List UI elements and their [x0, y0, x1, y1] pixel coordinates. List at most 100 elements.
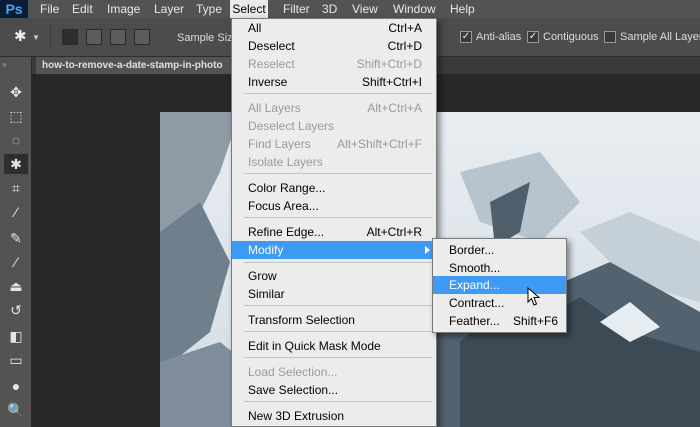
tool-preset-dropdown-icon[interactable]: ▼: [32, 33, 40, 42]
menu-3d[interactable]: 3D: [316, 0, 343, 18]
all-layers-shortcut: Alt+Ctrl+A: [367, 101, 422, 115]
modify-item[interactable]: Modify: [232, 241, 436, 259]
quick-mask-item[interactable]: Edit in Quick Mask Mode: [232, 337, 436, 355]
load-selection-label: Load Selection...: [248, 365, 338, 379]
deselect-layers-item[interactable]: Deselect Layers: [232, 117, 436, 135]
deselect-layers-label: Deselect Layers: [248, 119, 335, 133]
mouse-cursor-icon: [527, 287, 541, 306]
blur-icon[interactable]: ●: [4, 376, 28, 396]
contract-label: Contract...: [449, 296, 505, 310]
menu-file[interactable]: File: [34, 0, 65, 18]
menu-separator: [244, 173, 432, 174]
border-label: Border...: [449, 243, 495, 257]
load-selection-item[interactable]: Load Selection...: [232, 363, 436, 381]
inverse-shortcut: Shift+Ctrl+I: [361, 75, 422, 89]
contiguous-label: Contiguous: [543, 31, 599, 43]
toolbox-collapse-icon[interactable]: »: [2, 60, 6, 69]
eyedropper-icon[interactable]: ⁄: [4, 202, 28, 222]
lasso-icon[interactable]: ◌: [4, 130, 28, 150]
menu-separator: [244, 305, 432, 306]
find-layers-shortcut: Alt+Shift+Ctrl+F: [336, 137, 422, 151]
modify-label: Modify: [248, 243, 284, 257]
isolate-layers-label: Isolate Layers: [248, 155, 323, 169]
subtract-from-selection-button[interactable]: [110, 29, 126, 45]
menu-separator: [244, 93, 432, 94]
inverse-item[interactable]: Inverse Shift+Ctrl+I: [232, 73, 436, 91]
menu-layer[interactable]: Layer: [148, 0, 190, 18]
document-tab[interactable]: how-to-remove-a-date-stamp-in-photo: [36, 57, 236, 74]
eraser-icon[interactable]: ◧: [4, 326, 28, 346]
menu-separator: [244, 401, 432, 402]
new-3d-extrusion-item[interactable]: New 3D Extrusion: [232, 407, 436, 425]
intersect-selection-button[interactable]: [134, 29, 150, 45]
feather-label: Feather...: [449, 314, 500, 328]
crop-icon[interactable]: ⌗: [4, 178, 28, 198]
menu-help[interactable]: Help: [444, 0, 481, 18]
grow-item[interactable]: Grow: [232, 267, 436, 285]
focus-area-label: Focus Area...: [248, 199, 319, 213]
menu-image[interactable]: Image: [101, 0, 146, 18]
select-all-label: All: [248, 21, 262, 35]
reselect-item[interactable]: Reselect Shift+Ctrl+D: [232, 55, 436, 73]
menu-filter[interactable]: Filter: [277, 0, 316, 18]
dodge-icon[interactable]: 🔍: [4, 400, 28, 420]
menu-view[interactable]: View: [346, 0, 384, 18]
photoshop-logo: Ps: [0, 0, 28, 18]
submenu-arrow-icon: [425, 246, 430, 254]
new-selection-button[interactable]: [62, 29, 78, 45]
sample-all-layers-checkbox[interactable]: [604, 31, 616, 43]
feather-item[interactable]: Feather... Shift+F6: [433, 312, 566, 330]
contiguous-checkbox[interactable]: ✓: [527, 31, 539, 43]
reselect-shortcut: Shift+Ctrl+D: [356, 57, 422, 71]
expand-item[interactable]: Expand...: [433, 276, 566, 294]
all-layers-item[interactable]: All Layers Alt+Ctrl+A: [232, 99, 436, 117]
similar-item[interactable]: Similar: [232, 285, 436, 303]
marquee-icon[interactable]: ⬚: [4, 106, 28, 126]
contract-item[interactable]: Contract...: [433, 294, 566, 312]
clone-stamp-icon[interactable]: ⏏: [4, 276, 28, 296]
expand-label: Expand...: [449, 278, 500, 292]
grow-label: Grow: [248, 269, 277, 283]
anti-alias-checkbox[interactable]: ✓: [460, 31, 472, 43]
find-layers-item[interactable]: Find Layers Alt+Shift+Ctrl+F: [232, 135, 436, 153]
smooth-label: Smooth...: [449, 261, 501, 275]
menu-select[interactable]: Select: [230, 0, 268, 18]
select-all-item[interactable]: All Ctrl+A: [232, 19, 436, 37]
magic-wand-icon[interactable]: ✱: [4, 154, 28, 174]
save-selection-item[interactable]: Save Selection...: [232, 381, 436, 399]
move-icon[interactable]: ✥: [4, 82, 28, 102]
refine-edge-item[interactable]: Refine Edge... Alt+Ctrl+R: [232, 223, 436, 241]
menu-edit[interactable]: Edit: [66, 0, 99, 18]
focus-area-item[interactable]: Focus Area...: [232, 197, 436, 215]
select-all-shortcut: Ctrl+A: [388, 21, 422, 35]
history-brush-icon[interactable]: ↺: [4, 300, 28, 320]
deselect-shortcut: Ctrl+D: [387, 39, 422, 53]
deselect-item[interactable]: Deselect Ctrl+D: [232, 37, 436, 55]
color-range-label: Color Range...: [248, 181, 326, 195]
border-item[interactable]: Border...: [433, 241, 566, 259]
menu-separator: [244, 262, 432, 263]
color-range-item[interactable]: Color Range...: [232, 179, 436, 197]
refine-edge-label: Refine Edge...: [248, 225, 325, 239]
reselect-label: Reselect: [248, 57, 295, 71]
healing-brush-icon[interactable]: ✎: [4, 228, 28, 248]
quick-mask-label: Edit in Quick Mask Mode: [248, 339, 381, 353]
deselect-label: Deselect: [248, 39, 295, 53]
brush-icon[interactable]: ∕: [4, 252, 28, 272]
menu-type[interactable]: Type: [190, 0, 228, 18]
sample-all-layers-label: Sample All Layers: [620, 31, 700, 43]
feather-shortcut: Shift+F6: [512, 314, 558, 328]
anti-alias-label: Anti-alias: [476, 31, 522, 43]
smooth-item[interactable]: Smooth...: [433, 259, 566, 277]
find-layers-label: Find Layers: [248, 137, 311, 151]
gradient-icon[interactable]: ▭: [4, 350, 28, 370]
similar-label: Similar: [248, 287, 285, 301]
menu-window[interactable]: Window: [387, 0, 442, 18]
add-to-selection-button[interactable]: [86, 29, 102, 45]
isolate-layers-item[interactable]: Isolate Layers: [232, 153, 436, 171]
magic-wand-icon[interactable]: ✱: [14, 27, 27, 45]
transform-selection-label: Transform Selection: [248, 313, 355, 327]
transform-selection-item[interactable]: Transform Selection: [232, 311, 436, 329]
menu-separator: [244, 217, 432, 218]
menu-separator: [244, 331, 432, 332]
